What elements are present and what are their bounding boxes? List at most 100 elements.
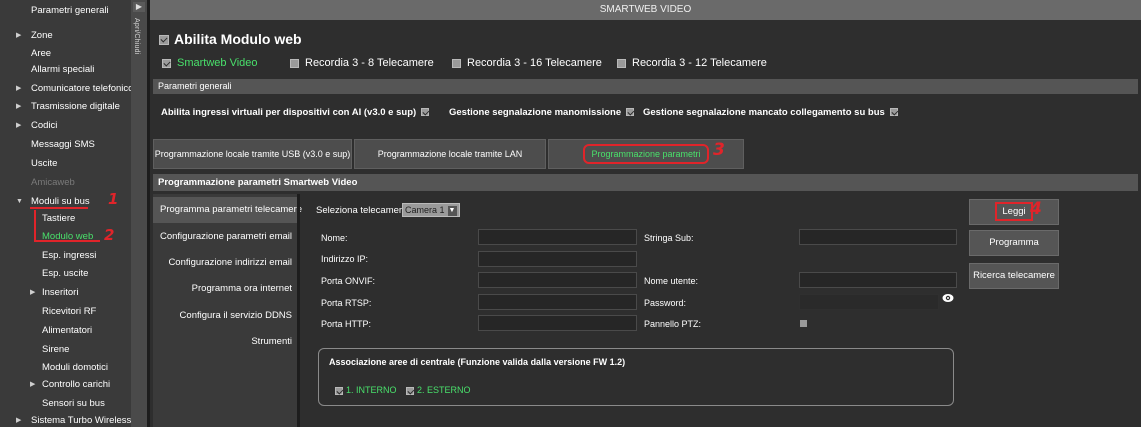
sidebar-item-moduli-domotici[interactable]: Moduli domotici [0,360,131,376]
username-field[interactable] [799,272,957,288]
area-checkbox[interactable] [335,386,343,395]
menu-email-addresses[interactable]: Configurazione indirizzi email [168,257,292,268]
sidebar-item-zone[interactable]: ▶ Zone [0,28,131,44]
module-smartweb-video[interactable]: Smartweb Video [162,55,258,71]
chevron-right-icon[interactable]: ▶ [30,285,35,301]
collapse-arrow-icon[interactable]: ▶ [133,2,145,12]
http-port-field[interactable] [478,315,637,331]
main-panel: SMARTWEB VIDEO Abilita Modulo web Smartw… [150,0,1141,427]
camera-select[interactable]: Camera 1 ▼ [402,203,460,217]
chevron-down-icon[interactable]: ▼ [447,205,457,216]
option-checkbox[interactable] [626,108,635,117]
sidebar-item-tastiere[interactable]: Tastiere [0,211,131,227]
menu-camera-parameters[interactable]: Programma parametri telecamere [153,197,302,223]
enable-web-module[interactable]: Abilita Modulo web [159,31,302,47]
area-checkbox[interactable] [406,386,414,395]
module-checkbox[interactable] [452,58,461,68]
field-label-ptz: Pannello PTZ: [644,319,702,329]
sidebar-item-sistema-turbo-wireless[interactable]: ▶ Sistema Turbo Wireless [0,413,131,427]
sidebar-item-esp-uscite[interactable]: Esp. uscite [0,266,131,282]
search-cameras-button[interactable]: Ricerca telecamere [969,263,1059,289]
field-label-http: Porta HTTP: [321,319,372,329]
module-checkbox[interactable] [162,58,171,68]
sidebar-item-alimentatori[interactable]: Alimentatori [0,323,131,339]
parameters-menu: Programma parametri telecamere Configura… [153,194,302,427]
name-field[interactable] [478,229,637,245]
enable-web-module-checkbox[interactable] [159,35,169,46]
sidebar-item-sensori-su-bus[interactable]: Sensori su bus [0,396,131,412]
chevron-right-icon[interactable]: ▶ [16,413,21,427]
area-item-interno[interactable]: 1. INTERNO [335,385,397,395]
annotation-number-4: 4 [1030,199,1042,219]
option-tamper-signal[interactable]: Gestione segnalazione manomissione [449,106,635,120]
sidebar: Parametri generali ▶ Zone Aree Allarmi sp… [0,0,131,427]
field-label-username: Nome utente: [644,276,699,286]
program-button[interactable]: Programma [969,230,1059,256]
annotation-underline-1 [30,207,88,209]
sidebar-item-amicaweb: Amicaweb [31,177,75,188]
sidebar-item-controllo-carichi[interactable]: ▶ Controllo carichi [0,377,131,393]
sidebar-item-parametri-generali[interactable]: Parametri generali [0,3,131,19]
section-header-smartweb: Programmazione parametri Smartweb Video [153,174,1138,191]
chevron-down-icon[interactable]: ▼ [16,194,23,210]
module-checkbox[interactable] [290,58,299,68]
show-password-icon[interactable] [942,293,954,303]
annotation-underline-2 [34,240,100,242]
sub-string-field[interactable] [799,229,957,245]
chevron-right-icon[interactable]: ▶ [16,81,21,97]
sidebar-item-sirene[interactable]: Sirene [0,342,131,358]
areas-association-title: Associazione aree di centrale (Funzione … [329,357,626,367]
menu-ddns-service[interactable]: Configura il servizio DDNS [180,310,292,321]
ip-address-field[interactable] [478,251,637,267]
tab-usb-programming[interactable]: Programmazione locale tramite USB (v3.0 … [153,139,352,169]
sidebar-item-allarmi-speciali[interactable]: Allarmi speciali [0,62,131,78]
chevron-right-icon[interactable]: ▶ [30,377,35,393]
chevron-right-icon[interactable]: ▶ [16,28,21,44]
chevron-right-icon[interactable]: ▶ [16,99,21,115]
camera-select-label: Seleziona telecamera [316,205,408,216]
sidebar-item-aree[interactable]: Aree [0,46,131,62]
collapse-tab-label[interactable]: Apri/Chiudi [133,18,140,54]
read-button[interactable]: Leggi [969,199,1059,225]
sidebar-collapse-strip[interactable]: ▶ Apri/Chiudi [131,0,147,427]
content-divider [297,194,300,427]
module-checkbox[interactable] [617,58,626,68]
menu-internet-time[interactable]: Programma ora internet [192,283,292,294]
field-label-rtsp: Porta RTSP: [321,298,372,308]
option-checkbox[interactable] [421,108,430,117]
field-label-password: Password: [644,298,687,308]
sidebar-item-inseritori[interactable]: ▶ Inseritori [0,285,131,301]
field-label-onvif: Porta ONVIF: [321,276,376,286]
option-checkbox[interactable] [889,108,898,117]
module-recordia-12[interactable]: Recordia 3 - 12 Telecamere [617,55,767,71]
annotation-number-2: 2 [104,226,115,244]
annotation-number-1: 1 [108,190,119,208]
field-label-ip: Indirizzo IP: [321,254,369,264]
password-field[interactable] [799,294,939,310]
page-title: SMARTWEB VIDEO [150,0,1141,20]
sidebar-item-esp-ingressi[interactable]: Esp. ingressi [0,248,131,264]
onvif-port-field[interactable] [478,272,637,288]
option-virtual-inputs[interactable]: Abilita ingressi virtuali per dispositiv… [161,106,430,120]
field-label-name: Nome: [321,233,348,243]
sidebar-item-comunicatore-telefonico[interactable]: ▶ Comunicatore telefonico [0,81,131,97]
areas-association-box: Associazione aree di centrale (Funzione … [318,348,954,406]
annotation-bracket [34,210,36,242]
area-item-esterno[interactable]: 2. ESTERNO [406,385,471,395]
sidebar-item-ricevitori-rf[interactable]: Ricevitori RF [0,304,131,320]
ptz-panel-checkbox[interactable] [800,320,807,327]
sidebar-item-trasmissione-digitale[interactable]: ▶ Trasmissione digitale [0,99,131,115]
option-bus-connection-signal[interactable]: Gestione segnalazione mancato collegamen… [643,106,898,120]
menu-email-parameters[interactable]: Configurazione parametri email [160,231,292,242]
sidebar-item-messaggi-sms[interactable]: Messaggi SMS [0,137,131,153]
module-recordia-8[interactable]: Recordia 3 - 8 Telecamere [290,55,434,71]
module-recordia-16[interactable]: Recordia 3 - 16 Telecamere [452,55,602,71]
tab-lan-programming[interactable]: Programmazione locale tramite LAN [354,139,546,169]
chevron-right-icon[interactable]: ▶ [16,118,21,134]
field-label-sub-string: Stringa Sub: [644,233,694,243]
section-header-general: Parametri generali [153,79,1138,94]
sidebar-item-uscite[interactable]: Uscite [0,156,131,172]
sidebar-item-codici[interactable]: ▶ Codici [0,118,131,134]
menu-tools[interactable]: Strumenti [251,336,292,347]
rtsp-port-field[interactable] [478,294,637,310]
